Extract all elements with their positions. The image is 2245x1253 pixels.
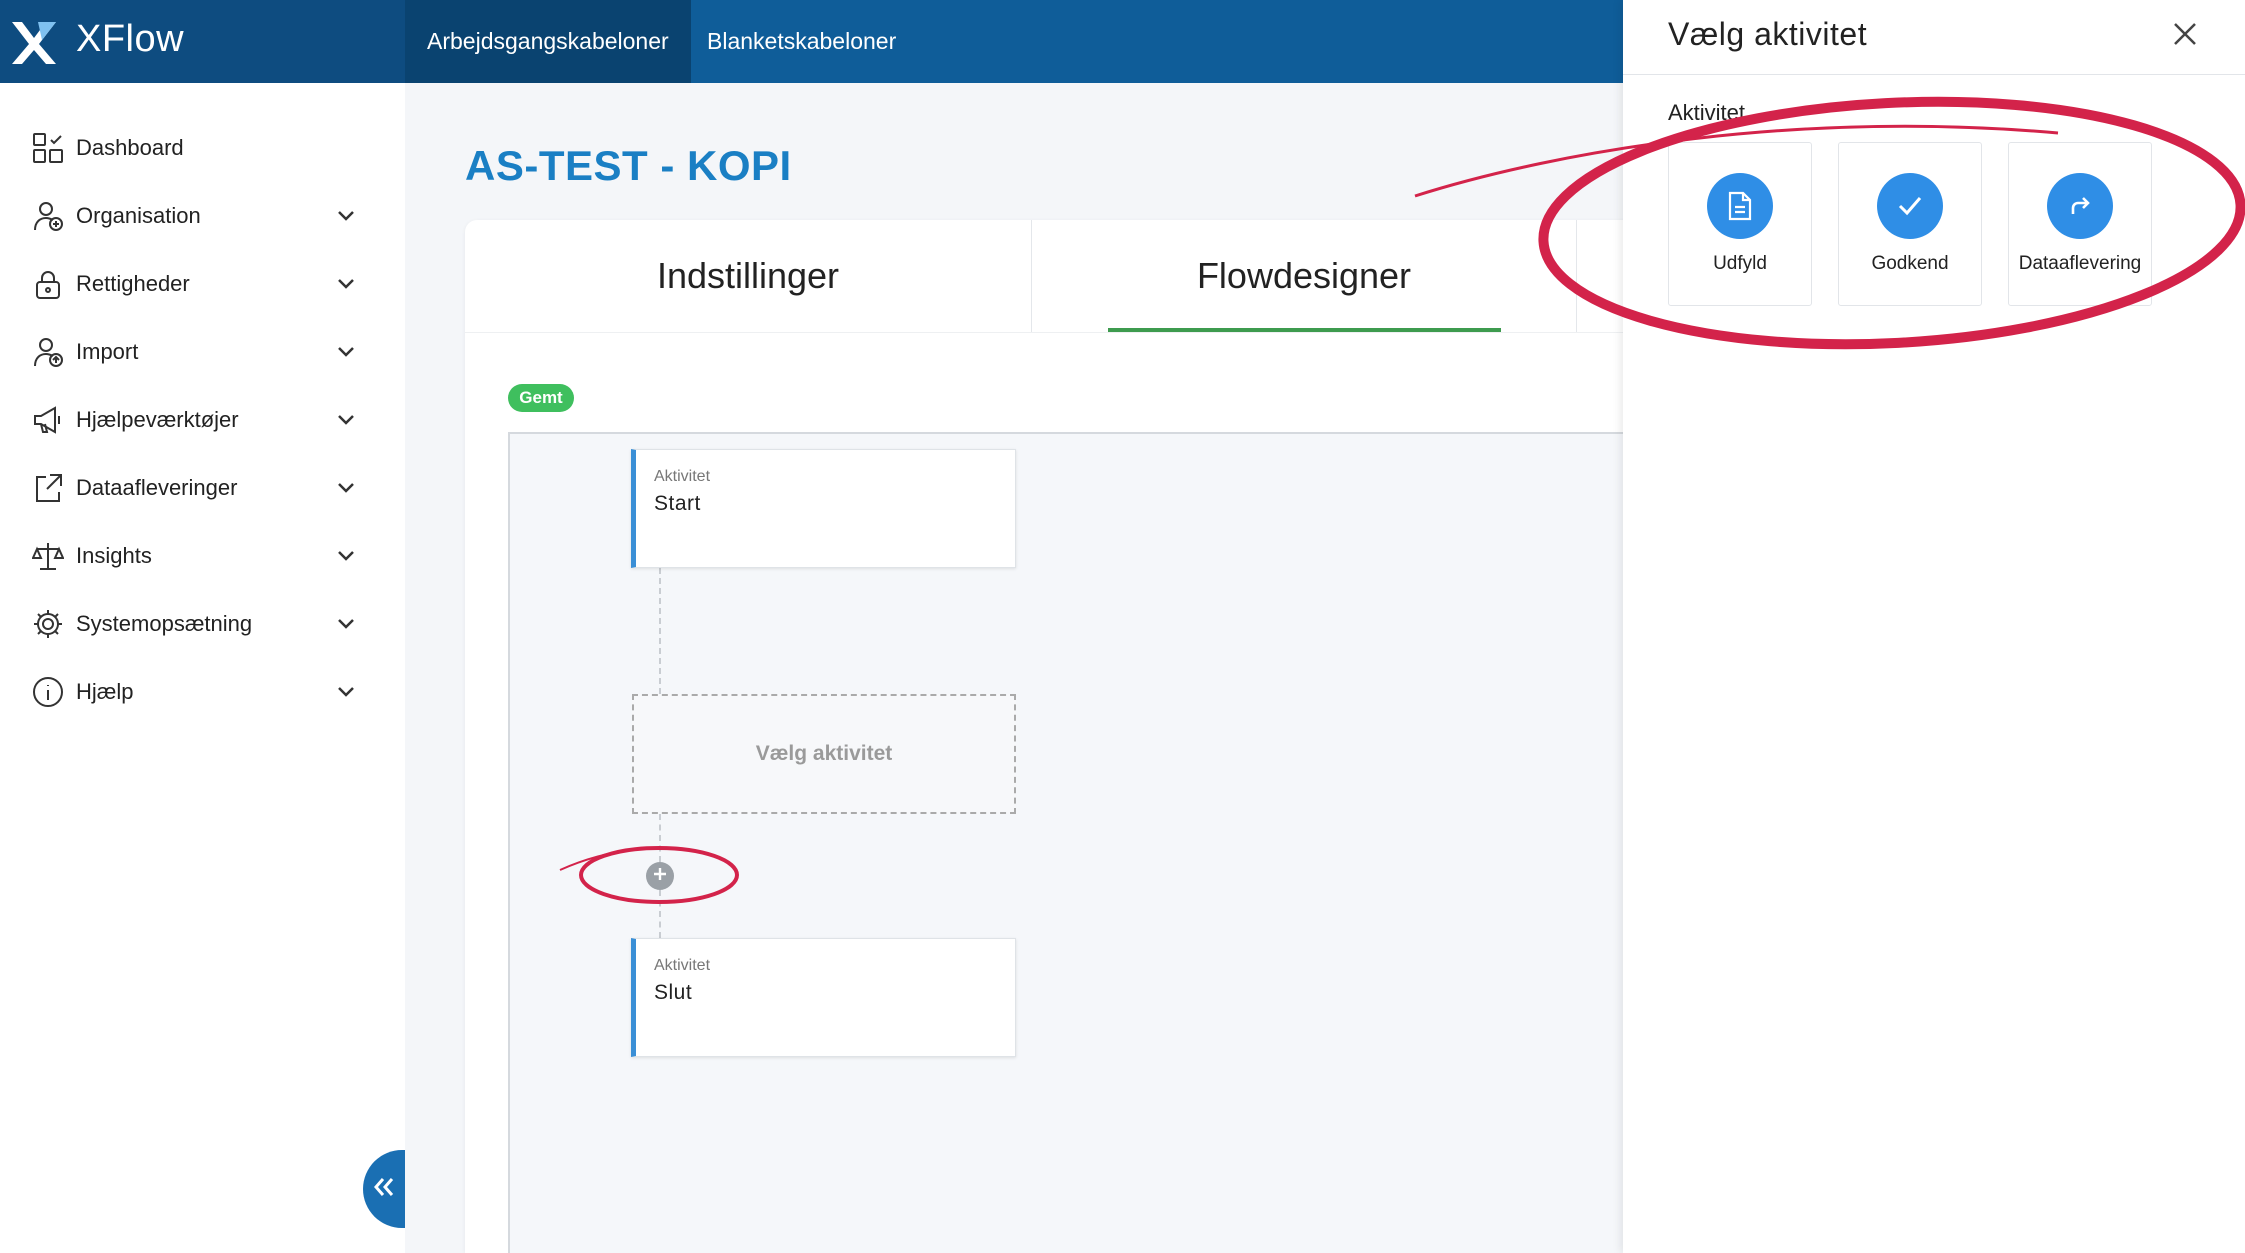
node-name: Slut xyxy=(654,981,693,1004)
export-icon xyxy=(30,470,66,506)
app-name: XFlow xyxy=(76,18,185,60)
sidebar-item-hjaelpevaerktoejer[interactable]: Hjælpeværktøjer xyxy=(30,395,360,445)
add-activity-button[interactable] xyxy=(646,862,674,890)
sidebar-item-dataafleveringer[interactable]: Dataafleveringer xyxy=(30,463,360,513)
info-icon xyxy=(30,674,66,710)
activity-udfyld[interactable]: Udfyld xyxy=(1668,142,1812,306)
chevron-down-icon xyxy=(332,542,360,570)
sidebar-item-hjaelp[interactable]: Hjælp xyxy=(30,667,360,717)
activity-label: Godkend xyxy=(1871,253,1949,274)
tab-flowdesigner[interactable]: Flowdesigner xyxy=(1032,220,1576,332)
choose-activity-panel: Vælg aktivitet Aktivitet Udfyld Godkend … xyxy=(1623,0,2245,1253)
chevron-down-icon xyxy=(332,270,360,298)
sidebar-item-label: Hjælp xyxy=(76,679,134,704)
flow-connector xyxy=(659,890,661,938)
activity-godkend[interactable]: Godkend xyxy=(1838,142,1982,306)
organisation-icon xyxy=(30,198,66,234)
sidebar-item-label: Dataafleveringer xyxy=(76,475,238,500)
sidebar-item-label: Dashboard xyxy=(76,135,184,160)
checkmark-icon xyxy=(1877,173,1943,239)
collapse-sidebar-button[interactable] xyxy=(363,1150,405,1228)
sidebar-item-label: Hjælpeværktøjer xyxy=(76,407,239,432)
double-chevron-left-icon xyxy=(373,1177,395,1202)
topnav-arbejdsgangskabeloner[interactable]: Arbejdsgangskabeloner xyxy=(405,0,691,83)
panel-divider xyxy=(1623,74,2245,75)
scales-icon xyxy=(30,538,66,574)
xflow-logo-icon xyxy=(12,22,56,64)
flow-node-end[interactable]: Aktivitet Slut xyxy=(631,938,1016,1057)
document-icon xyxy=(1707,173,1773,239)
flow-connector xyxy=(659,814,661,862)
dashboard-icon xyxy=(30,130,66,166)
app-logo[interactable]: XFlow xyxy=(0,0,405,83)
page-title: AS-TEST - KOPI xyxy=(465,142,792,189)
sidebar-item-organisation[interactable]: Organisation xyxy=(30,191,360,241)
flow-connector xyxy=(659,568,661,694)
choose-activity-placeholder[interactable]: Vælg aktivitet xyxy=(632,694,1016,814)
chevron-down-icon xyxy=(332,678,360,706)
sidebar-item-rettigheder[interactable]: Rettigheder xyxy=(30,259,360,309)
activity-label: Udfyld xyxy=(1713,253,1767,274)
forward-arrow-icon xyxy=(2047,173,2113,239)
topnav-blanketskabeloner[interactable]: Blanketskabeloner xyxy=(685,0,918,83)
sidebar-item-label: Rettigheder xyxy=(76,271,190,296)
node-type-label: Aktivitet xyxy=(654,957,711,974)
tab-divider xyxy=(1576,220,1577,332)
node-name: Start xyxy=(654,492,701,515)
chevron-down-icon xyxy=(332,202,360,230)
sidebar-item-dashboard[interactable]: Dashboard xyxy=(30,123,360,173)
flow-node-start[interactable]: Aktivitet Start xyxy=(631,449,1016,568)
sidebar-item-systemopsaetning[interactable]: Systemopsætning xyxy=(30,599,360,649)
chevron-down-icon xyxy=(332,610,360,638)
sidebar-item-import[interactable]: Import xyxy=(30,327,360,377)
import-icon xyxy=(30,334,66,370)
section-label: Aktivitet xyxy=(1668,100,1746,125)
activity-label: Dataaflevering xyxy=(2018,253,2142,274)
sidebar-item-label: Organisation xyxy=(76,203,201,228)
chevron-down-icon xyxy=(332,338,360,366)
close-panel-button[interactable] xyxy=(2163,14,2207,58)
tabs-divider xyxy=(465,332,1675,333)
activity-dataaflevering[interactable]: Dataaflevering xyxy=(2008,142,2152,306)
status-badge: Gemt xyxy=(508,384,574,412)
plus-icon xyxy=(652,866,668,887)
node-type-label: Aktivitet xyxy=(654,468,711,485)
megaphone-icon xyxy=(30,402,66,438)
sidebar-item-label: Insights xyxy=(76,543,152,568)
sidebar-item-label: Import xyxy=(76,339,139,364)
chevron-down-icon xyxy=(332,406,360,434)
lock-icon xyxy=(30,266,66,302)
sidebar-item-insights[interactable]: Insights xyxy=(30,531,360,581)
panel-title: Vælg aktivitet xyxy=(1668,16,1868,52)
sidebar-item-label: Systemopsætning xyxy=(76,611,253,636)
chevron-down-icon xyxy=(332,474,360,502)
sidebar: Dashboard Organisation Rettigheder Impor… xyxy=(0,83,405,1253)
gear-icon xyxy=(30,606,66,642)
tab-indstillinger[interactable]: Indstillinger xyxy=(465,220,1031,332)
close-icon xyxy=(2172,21,2198,52)
